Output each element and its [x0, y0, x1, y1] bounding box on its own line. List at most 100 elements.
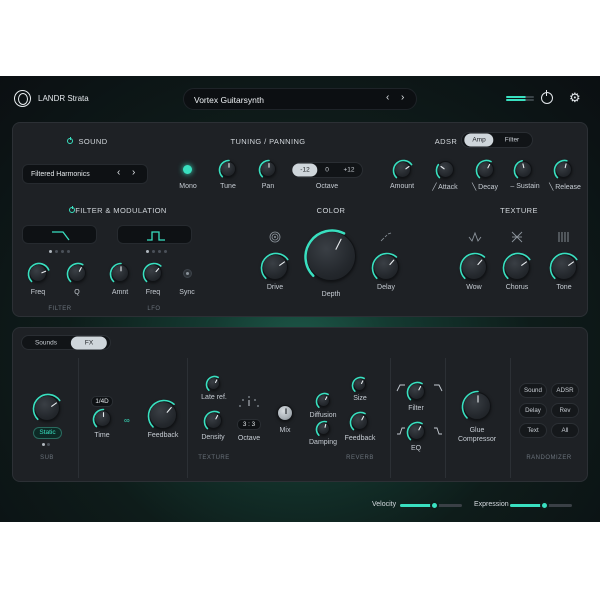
lowpass-icon — [434, 384, 443, 392]
drive-knob[interactable] — [260, 252, 289, 280]
density-knob[interactable] — [203, 410, 222, 429]
octave-option-plus12[interactable]: +12 — [343, 167, 354, 174]
damping-label: Damping — [308, 439, 338, 446]
velocity-thumb[interactable] — [429, 501, 439, 510]
attack-knob[interactable] — [435, 160, 454, 178]
tab-amp[interactable]: Amp — [464, 133, 494, 147]
late-ref-knob[interactable] — [205, 375, 220, 391]
filter-mod-title: FILTER & MODULATION — [75, 206, 167, 215]
sub-knob[interactable] — [32, 393, 61, 421]
octave-label: Octave — [315, 183, 339, 190]
diffusion-knob[interactable] — [315, 392, 330, 408]
damping-knob[interactable] — [315, 420, 330, 436]
filter-page-dot[interactable] — [61, 250, 64, 253]
adsr-tabs[interactable]: Amp Filter — [461, 132, 533, 148]
octave-option-minus12[interactable]: -12 — [292, 163, 318, 177]
octave-option-0[interactable]: 0 — [325, 167, 329, 174]
randomize-rev-button[interactable]: Rev — [551, 403, 579, 418]
preset-name: Vortex Guitarsynth — [194, 95, 264, 105]
pan-knob[interactable] — [258, 159, 276, 178]
lfo-amount-knob[interactable] — [109, 262, 129, 283]
randomize-sound-button[interactable]: Sound — [519, 383, 547, 398]
tune-knob[interactable] — [218, 159, 236, 178]
delay-feedback-label: Feedback — [147, 432, 179, 439]
delay-feedback-knob[interactable] — [147, 399, 177, 429]
reverb-feedback-label: Feedback — [344, 435, 376, 442]
randomize-delay-button[interactable]: Delay — [519, 403, 547, 418]
expression-slider[interactable] — [510, 501, 572, 510]
sound-next-icon[interactable]: › — [132, 167, 135, 178]
preset-selector[interactable]: Vortex Guitarsynth ‹ › — [183, 88, 417, 110]
sustain-label: – Sustain — [510, 183, 539, 190]
output-meter — [506, 96, 534, 101]
sub-page-dot[interactable] — [42, 443, 45, 446]
filter-freq-knob[interactable] — [27, 262, 50, 283]
depth-knob[interactable] — [304, 229, 356, 281]
sustain-knob[interactable] — [513, 159, 532, 178]
size-knob[interactable] — [351, 376, 366, 392]
tab-fx[interactable]: FX — [70, 336, 108, 349]
mono-toggle[interactable] — [183, 165, 192, 174]
decay-knob[interactable] — [475, 159, 494, 178]
expression-thumb[interactable] — [539, 501, 549, 510]
release-knob[interactable] — [553, 159, 572, 178]
amount-knob[interactable] — [392, 159, 412, 178]
randomize-text-button[interactable]: Text — [519, 423, 547, 438]
velocity-slider[interactable] — [400, 501, 462, 510]
texture-octave-label: Octave — [237, 435, 261, 442]
preset-prev-icon[interactable]: ‹ — [386, 92, 389, 103]
sound-power-icon[interactable] — [67, 137, 73, 144]
mix-knob[interactable] — [277, 405, 293, 421]
lfo-page-dot[interactable] — [164, 250, 167, 253]
wow-knob[interactable] — [459, 252, 487, 280]
bottom-tabs[interactable]: Sounds FX — [21, 335, 111, 350]
lfo-page-dot[interactable] — [146, 250, 149, 253]
sound-preset-dropdown[interactable]: Filtered Harmonics ‹ › — [22, 164, 148, 184]
eq-knob[interactable] — [406, 421, 425, 440]
lowpass-icon — [52, 231, 70, 241]
sound-prev-icon[interactable]: ‹ — [117, 167, 120, 178]
amount-label: Amount — [389, 183, 415, 190]
lfo-shape-selector[interactable] — [117, 225, 192, 244]
gear-icon[interactable]: ⚙ — [569, 90, 581, 106]
eq-filter-knob[interactable] — [406, 381, 425, 400]
tone-knob[interactable] — [549, 252, 578, 280]
filter-page-dot[interactable] — [49, 250, 52, 253]
texture-octave-value[interactable]: 3 : 3 — [237, 419, 261, 430]
lfo-page-dot[interactable] — [152, 250, 155, 253]
tab-filter[interactable]: Filter — [505, 137, 519, 144]
filter-page-dot[interactable] — [67, 250, 70, 253]
randomize-all-button[interactable]: All — [551, 423, 579, 438]
chorus-knob[interactable] — [502, 252, 531, 280]
divider — [78, 358, 79, 478]
sync-toggle[interactable] — [183, 269, 192, 278]
sub-mode-button[interactable]: Static — [33, 427, 62, 439]
lfo-page-dot[interactable] — [158, 250, 161, 253]
octave-selector[interactable]: -12 0 +12 — [292, 162, 363, 178]
delay-time-knob[interactable] — [92, 408, 111, 427]
filter-section-label: FILTER — [48, 306, 72, 312]
size-label: Size — [353, 395, 367, 402]
chorus-label: Chorus — [505, 284, 529, 291]
texture-title: TEXTURE — [500, 206, 538, 215]
filter-q-label: Q — [74, 289, 80, 296]
filter-q-knob[interactable] — [66, 262, 86, 283]
link-icon[interactable]: ∞ — [124, 416, 130, 425]
tab-sounds[interactable]: Sounds — [35, 339, 57, 346]
filter-power-icon[interactable] — [69, 206, 75, 213]
filter-type-selector[interactable] — [22, 225, 97, 244]
glue-compressor-knob[interactable] — [461, 390, 491, 420]
filter-page-dot[interactable] — [55, 250, 58, 253]
randomize-adsr-button[interactable]: ADSR — [551, 383, 579, 398]
sub-page-dot[interactable] — [47, 443, 50, 446]
reverb-feedback-knob[interactable] — [349, 411, 368, 430]
power-icon[interactable] — [541, 90, 553, 104]
lfo-section-label: LFO — [147, 306, 161, 312]
delay-knob[interactable] — [371, 252, 399, 280]
delay-time-value[interactable]: 1/4D — [91, 396, 113, 407]
preset-next-icon[interactable]: › — [401, 92, 404, 103]
highpass-icon — [396, 384, 405, 392]
late-ref-label: Late ref. — [201, 394, 227, 401]
lfo-freq-knob[interactable] — [142, 262, 162, 283]
decay-label: ╲ Decay — [472, 183, 498, 191]
